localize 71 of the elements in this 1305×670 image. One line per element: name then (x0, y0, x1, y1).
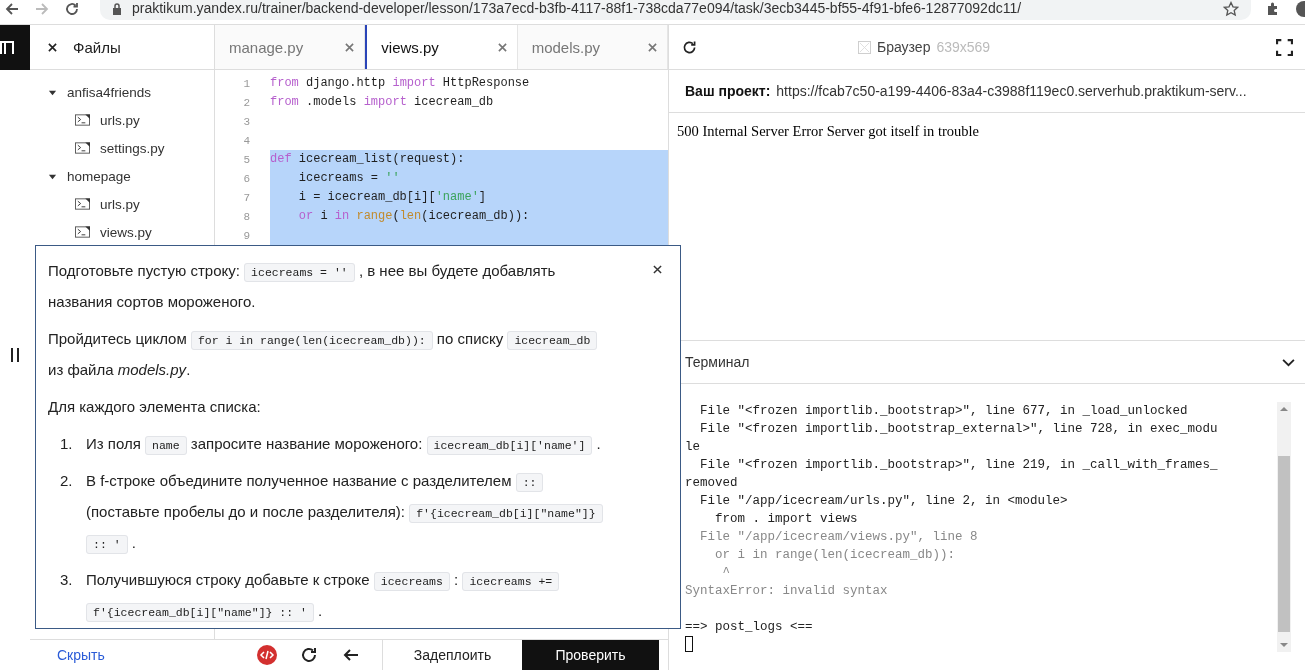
file-icon (75, 226, 90, 238)
line-number: 6 (242, 172, 251, 185)
chevron-down-icon[interactable] (1282, 357, 1295, 367)
terminal-line: File "<frozen importlib._bootstrap>", line 677, in _load_unlocked (699, 403, 1189, 420)
line-number: 5 (242, 153, 251, 166)
terminal-line: from . import views (714, 511, 859, 528)
close-icon[interactable] (653, 265, 662, 274)
line-number: 2 (242, 96, 251, 109)
step-number: 2. (60, 471, 74, 491)
line-number: 3 (242, 115, 251, 128)
scroll-up-icon[interactable] (1280, 406, 1288, 412)
terminal-line: le (685, 439, 701, 456)
project-label: Ваш проект: (685, 83, 771, 99)
terminal-line: File "<frozen importlib._bootstrap_external>", line 728, in exec_modu (699, 421, 1219, 438)
fullscreen-icon[interactable] (1276, 38, 1293, 56)
folder-name[interactable]: homepage (67, 168, 131, 184)
file-tab[interactable]: models.py (517, 25, 668, 69)
scrollbar[interactable] (1277, 402, 1291, 652)
broken-image-icon (858, 40, 871, 54)
check-button[interactable]: Проверить (522, 640, 659, 670)
code-icon[interactable] (257, 645, 277, 665)
close-icon[interactable] (48, 42, 57, 52)
drag-handle-icon[interactable] (10, 347, 20, 363)
scroll-down-icon[interactable] (1280, 642, 1288, 648)
line-number: 7 (242, 191, 251, 204)
file-name[interactable]: urls.py (100, 112, 140, 128)
instruction-text: Для каждого элемента списка: (48, 397, 262, 417)
address-bar[interactable]: praktikum.yandex.ru/trainer/backend-developer/lesson/173a7ecd-b3fb-4117-88f1-738cda77e094/task/3ecb3445-bf55-4f91-bfe6-12877092dc11/ (100, 0, 1251, 20)
panel-title: Файлы (73, 38, 121, 56)
code-line: from .models import icecream_db (270, 94, 495, 111)
line-number: 4 (242, 134, 251, 147)
instruction-text: Подготовьте пустую строку: icecreams = '' , в нее вы будете добавлять названия сортов мороженого. (48, 261, 557, 312)
page-text: 500 Internal Server Error Server got itself in trouble (677, 123, 979, 139)
line-number: 1 (242, 77, 251, 90)
terminal-line: File "/app/icecream/views.py", line 8 (699, 529, 979, 546)
terminal-line: ==> post_logs <== (685, 619, 814, 636)
instruction-text: Пройдитесь циклом for i in range(len(icecream_db)): по списку icecream_db из файла models.py. (48, 324, 616, 384)
file-name[interactable]: settings.py (100, 140, 165, 156)
panel-icon[interactable] (0, 40, 14, 55)
terminal-title: Терминал (685, 354, 750, 370)
code-line: from django.http import HttpResponse (270, 75, 531, 92)
preview-size: 639x569 (936, 39, 991, 55)
file-tab[interactable]: manage.py (215, 25, 366, 69)
reload-icon[interactable] (64, 1, 80, 17)
file-name[interactable]: views.py (100, 224, 152, 240)
step-number: 3. (60, 570, 74, 590)
file-icon (75, 198, 90, 210)
terminal-line: ^ (721, 565, 731, 582)
file-name[interactable]: urls.py (100, 196, 140, 212)
file-icon (75, 114, 90, 126)
lock-icon (112, 3, 122, 15)
terminal-cursor (685, 636, 693, 652)
preview-title: Браузер (877, 39, 931, 55)
reload-icon[interactable] (299, 645, 319, 665)
profile-icon[interactable] (1295, 1, 1305, 17)
folder-name[interactable]: anfisa4friends (67, 84, 152, 100)
back-icon[interactable] (4, 1, 20, 17)
line-number: 9 (242, 229, 251, 242)
terminal-line: SyntaxError: invalid syntax (685, 583, 889, 600)
instruction-text: Из поля name запросите название мороженого: icecream_db[i]['name'] . (86, 429, 616, 460)
terminal-line: removed (685, 475, 739, 492)
step-number: 1. (60, 434, 74, 454)
file-tab[interactable]: views.py (365, 25, 518, 69)
hide-link[interactable]: Скрыть (30, 647, 257, 663)
line-number: 8 (242, 210, 251, 223)
terminal-line: File "/app/icecream/urls.py", line 2, in <module> (699, 493, 1069, 510)
terminal-line: File "<frozen importlib._bootstrap>", line 219, in _call_with_frames_ (699, 457, 1219, 474)
file-icon (75, 142, 90, 154)
terminal-line: or i in range(len(icecream_db)): (714, 547, 957, 564)
project-url[interactable]: https://fcab7c50-a199-4406-83a4-c3988f119ec0.serverhub.praktikum-serv... (776, 83, 1247, 99)
star-icon[interactable] (1223, 1, 1239, 17)
